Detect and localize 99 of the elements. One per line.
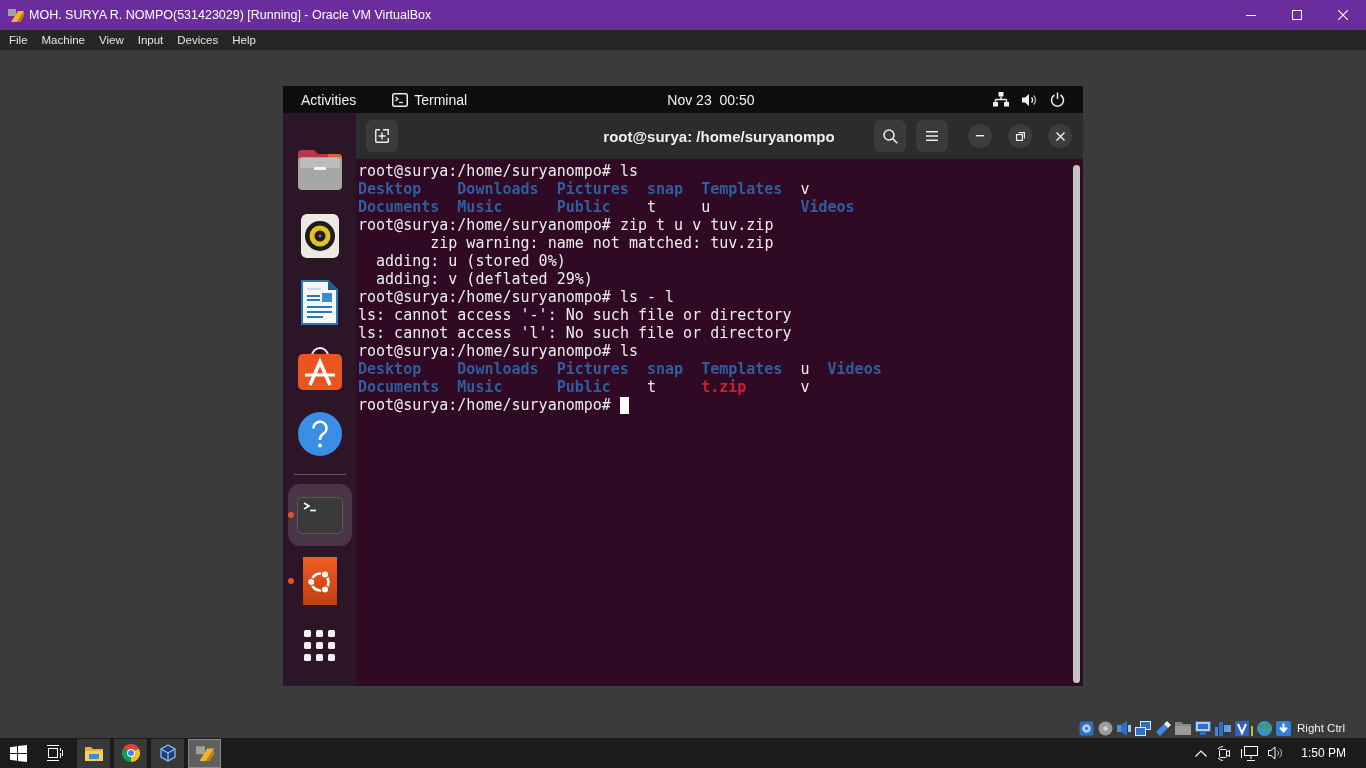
camera-icon[interactable]	[1217, 745, 1232, 761]
archive-name: t.zip	[701, 378, 747, 396]
host-key-label: Right Ctrl	[1297, 722, 1345, 734]
segmented-circle-icon	[121, 744, 140, 762]
windows-logo-icon	[9, 744, 27, 762]
monitor-icon[interactable]	[1241, 745, 1259, 761]
directory-name: Templates	[701, 360, 783, 378]
shopping-bag-icon	[297, 346, 342, 390]
menu-icon	[926, 131, 938, 141]
file-name: t	[646, 378, 656, 396]
terminal-icon	[296, 496, 343, 534]
taskbar-app[interactable]	[188, 738, 221, 768]
minimize-icon	[976, 135, 984, 137]
directory-name: Downloads	[457, 180, 539, 198]
volume-icon[interactable]	[1022, 92, 1037, 107]
restore-button[interactable]	[1008, 124, 1032, 148]
window-title: root@surya: /home/suryanompo	[603, 127, 835, 145]
grid-icon	[304, 629, 335, 661]
terminal-line: ls: cannot access '-': No such file or directory	[358, 306, 792, 324]
speaker-icon[interactable]	[1268, 746, 1284, 760]
chevron-up-icon[interactable]	[1195, 749, 1208, 757]
terminal-icon[interactable]	[392, 92, 409, 107]
folder-icon	[84, 745, 103, 761]
directory-name: snap	[646, 360, 684, 378]
usb-stick-icon	[1155, 720, 1172, 736]
terminal-line: adding: v (deflated 29%)	[376, 270, 593, 288]
close-button[interactable]	[1048, 124, 1072, 148]
speaker-icon	[1117, 720, 1132, 736]
terminal-line: root@surya:/home/suryanompo#	[358, 396, 611, 414]
search-icon	[882, 128, 898, 144]
directory-name: Templates	[701, 180, 783, 198]
close-icon	[1338, 10, 1348, 20]
terminal-line: root@surya:/home/suryanompo# ls	[358, 162, 638, 180]
menu-item[interactable]: File	[2, 31, 35, 49]
new-tab-button[interactable]	[366, 120, 398, 152]
directory-name: Documents	[358, 198, 440, 216]
disc-icon	[1098, 720, 1114, 736]
terminal-line: root@surya:/home/suryanompo# ls	[358, 342, 638, 360]
question-mark-icon	[297, 412, 342, 456]
scrollbar-thumb[interactable]	[1073, 165, 1080, 683]
globe-icon	[1257, 720, 1273, 736]
terminal-line: zip warning: name not matched: tuv.zip	[430, 234, 774, 252]
window-title: MOH. SURYA R. NOMPO(531423029) [Running] - Oracle VM VirtualBox	[29, 8, 433, 22]
speaker-icon	[300, 214, 339, 258]
minimize-icon	[1246, 14, 1256, 16]
file-name: v	[800, 180, 810, 198]
document-icon	[301, 279, 338, 325]
menu-item[interactable]: Devices	[170, 31, 226, 49]
directory-name: snap	[646, 180, 684, 198]
directory-name: Public	[556, 198, 611, 216]
search-button[interactable]	[874, 120, 906, 152]
menu-button[interactable]	[916, 120, 948, 152]
menu-item[interactable]: Help	[225, 31, 263, 49]
app-logo-icon	[195, 744, 214, 762]
directory-name: Videos	[800, 198, 855, 216]
restore-icon	[1015, 131, 1025, 141]
menu-item[interactable]: Input	[130, 31, 171, 49]
file-name: t	[646, 198, 656, 216]
taskbar-app[interactable]	[114, 738, 147, 768]
file-name: u	[800, 360, 810, 378]
minimize-button[interactable]	[968, 124, 992, 148]
bar-graph-icon	[1215, 720, 1232, 736]
directory-name: Music	[457, 198, 503, 216]
ring-logo-icon	[302, 557, 337, 605]
terminal-line: root@surya:/home/suryanompo# ls - l	[358, 288, 675, 306]
display-icon	[1195, 721, 1212, 735]
menu-item[interactable]: View	[92, 31, 131, 49]
directory-name: Music	[457, 378, 503, 396]
clock-button[interactable]: Nov 23 00:50	[667, 90, 755, 109]
menu-item[interactable]: Machine	[34, 31, 92, 49]
file-name: u	[701, 198, 711, 216]
cube-icon	[159, 744, 176, 762]
activities-button[interactable]: Activities	[301, 90, 357, 109]
directory-name: Public	[556, 378, 611, 396]
app-logo-icon	[8, 7, 24, 23]
plus-square-icon	[375, 129, 389, 143]
maximize-icon	[1292, 10, 1302, 20]
directory-name: Desktop	[358, 180, 422, 198]
taskbar-clock[interactable]: 1:50 PM	[1301, 746, 1346, 760]
directory-name: Pictures	[556, 360, 629, 378]
terminal-line: ls: cannot access 'l': No such file or directory	[358, 324, 792, 342]
terminal-line: root@surya:/home/suryanompo# zip t u v tuv.zip	[358, 216, 774, 234]
folder-icon	[297, 150, 342, 190]
app-menu-button[interactable]: Terminal	[414, 90, 468, 109]
terminal-line: adding: u (stored 0%)	[376, 252, 566, 270]
stacked-windows-icon	[45, 745, 63, 761]
close-icon	[1055, 131, 1065, 141]
network-icon[interactable]	[993, 92, 1009, 107]
directory-name: Downloads	[457, 360, 539, 378]
file-name: v	[800, 378, 810, 396]
directory-name: Videos	[827, 360, 882, 378]
folder-icon	[1175, 721, 1192, 735]
directory-name: Desktop	[358, 360, 422, 378]
taskbar-app[interactable]	[77, 738, 110, 768]
two-screens-icon	[1135, 720, 1152, 736]
taskbar-app[interactable]	[151, 738, 184, 768]
directory-name: Documents	[358, 378, 440, 396]
power-icon[interactable]	[1050, 92, 1065, 107]
directory-name: Pictures	[556, 180, 629, 198]
